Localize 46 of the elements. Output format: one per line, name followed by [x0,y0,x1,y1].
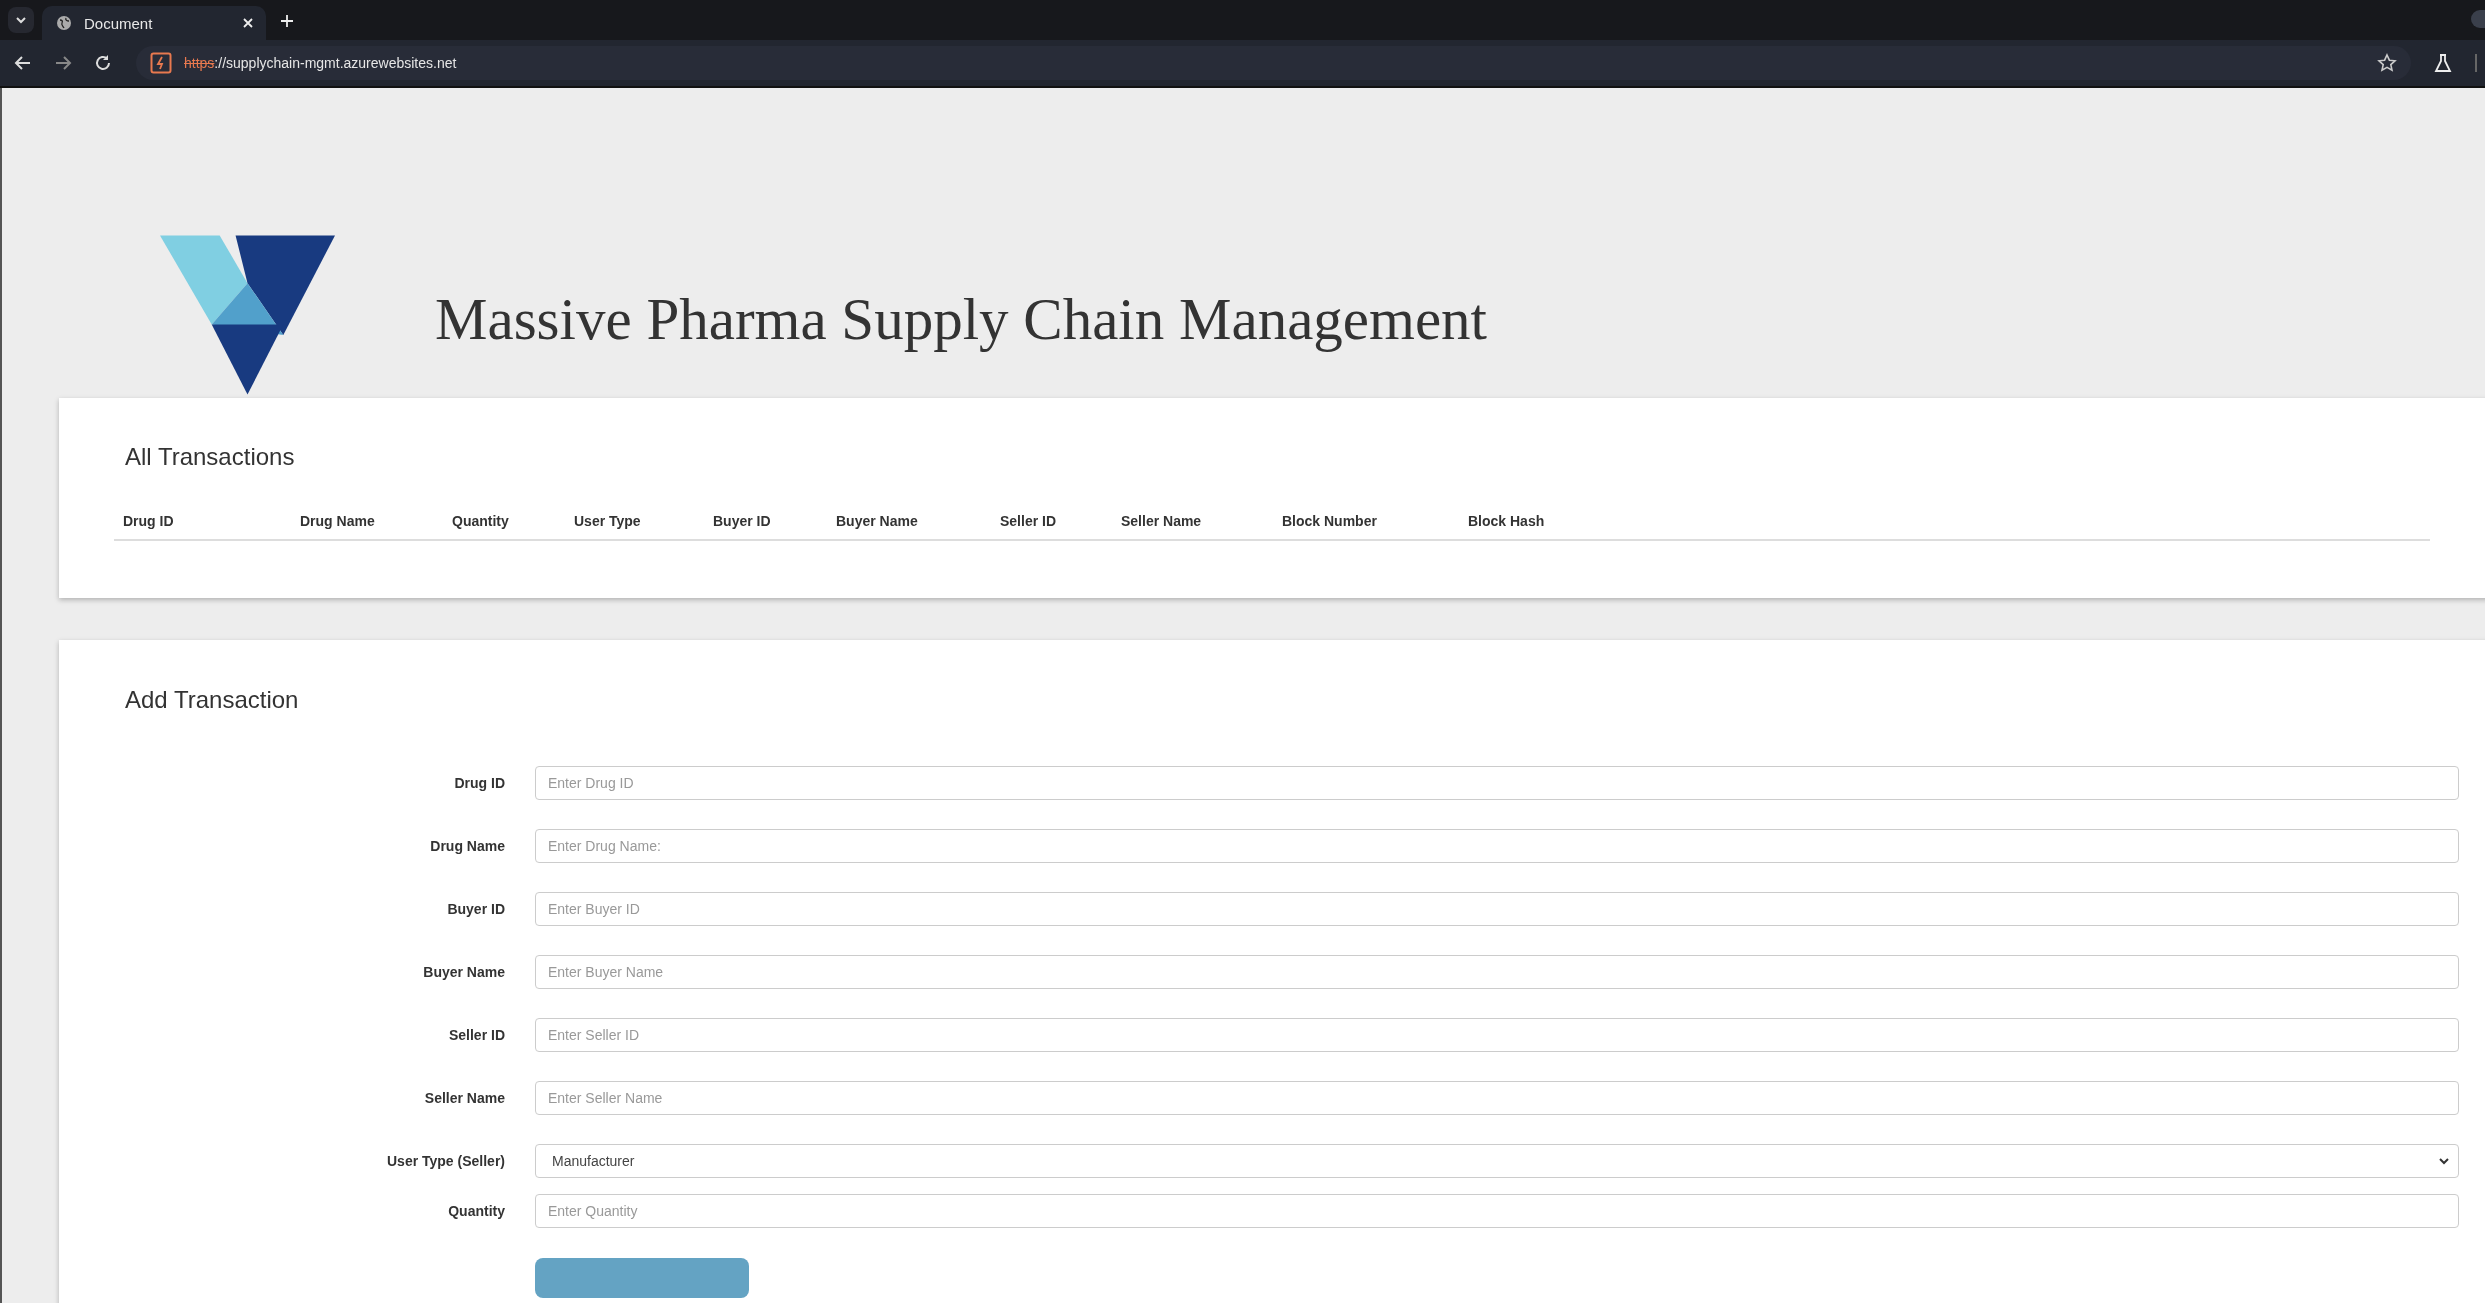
tab-title: Document [84,14,153,32]
new-tab-icon[interactable] [280,14,294,28]
url-text: https://supplychain-mgmt.azurewebsites.net [184,55,457,71]
logo-icon [160,235,335,395]
field-label: Buyer Name [422,964,506,980]
column-header: Seller ID [999,513,1058,529]
text-field[interactable]: Enter Buyer ID [535,892,2459,926]
text-field[interactable]: Enter Quantity [535,1194,2459,1228]
text-field[interactable]: Enter Buyer Name [535,955,2459,989]
not-secure-icon [150,52,172,74]
field-label: User Type (Seller) [386,1153,506,1169]
chevron-down-icon [15,14,27,26]
section-title: Add Transaction [125,686,300,714]
field-label: Seller Name [423,1090,506,1106]
column-header: Buyer Name [835,513,919,529]
field-label: Seller ID [447,1027,506,1043]
close-icon[interactable] [242,17,254,29]
text-field[interactable]: Enter Seller Name [535,1081,2459,1115]
chevron-down-icon [2438,1155,2450,1167]
field-label: Drug ID [453,775,506,791]
column-header: User Type [573,513,642,529]
section-title: All Transactions [125,443,296,471]
reload-icon[interactable] [94,54,112,72]
text-field[interactable]: Enter Seller ID [535,1018,2459,1052]
field-label: Quantity [447,1203,506,1219]
browser-tab[interactable]: Document [42,6,266,40]
back-icon[interactable] [14,54,32,72]
field-label: Drug Name [429,838,506,854]
column-header: Block Number [1281,513,1378,529]
column-header: Seller Name [1120,513,1203,529]
text-field[interactable]: Enter Drug Name: [535,829,2459,863]
column-header: Block Hash [1467,513,1546,529]
column-header: Drug ID [122,513,175,529]
tab-list-button[interactable] [8,7,34,33]
field-label: Buyer ID [446,901,506,917]
column-header: Drug Name [299,513,376,529]
flask-icon[interactable] [2433,53,2453,73]
text-field[interactable]: Enter Drug ID [535,766,2459,800]
globe-icon [56,15,72,31]
column-header: Buyer ID [712,513,772,529]
star-icon[interactable] [2377,53,2397,73]
dropdown[interactable]: Manufacturer [535,1144,2459,1178]
address-field[interactable]: https://supplychain-mgmt.azurewebsites.net [136,46,2411,80]
forward-icon[interactable] [54,54,72,72]
page-title: Massive Pharma Supply Chain Management [435,285,1487,354]
column-header: Quantity [451,513,510,529]
